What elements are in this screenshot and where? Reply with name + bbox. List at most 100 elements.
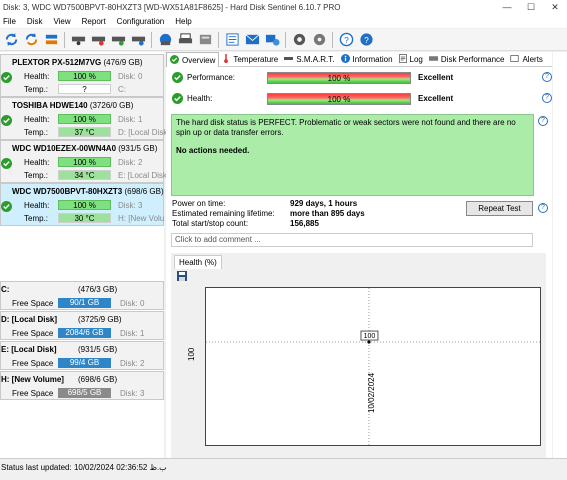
tab-disk-performance[interactable]: Disk Performance (426, 52, 508, 67)
about-icon[interactable]: ? (358, 31, 375, 48)
temp-label: Temp.: (24, 128, 49, 137)
title-bar: Disk: 3, WDC WD7500BPVT-80HXZT3 [WD-WX51… (0, 0, 567, 14)
print-icon[interactable] (177, 31, 194, 48)
disk-id: Disk: 1 (118, 115, 143, 124)
health-ok-icon (1, 158, 12, 171)
disk-surface-icon[interactable] (90, 31, 107, 48)
disk-info-icon[interactable] (130, 31, 147, 48)
disk-name: PLEXTOR PX-512M7VG (476/9 GB) (12, 58, 143, 67)
menu-report[interactable]: Report (82, 17, 106, 26)
info-icon (340, 54, 350, 65)
help-icon[interactable]: ? (542, 72, 552, 82)
power-on-label: Power on time: (172, 199, 226, 208)
temp-label: Temp.: (24, 171, 49, 180)
web-status-icon[interactable] (264, 31, 281, 48)
performance-label: Performance: (187, 73, 236, 82)
free-space-bar: 90/1 GB (58, 298, 111, 308)
health-bar: 100 % (58, 157, 111, 167)
volume-name: H: [New Volume] (1, 375, 64, 384)
menu-bar: File Disk View Report Configuration Help (0, 14, 567, 28)
help-icon[interactable]: ? (542, 93, 552, 103)
toolbar-separator (151, 31, 152, 48)
performance-rating: Excellent (418, 73, 454, 82)
actions-text: No actions needed. (176, 146, 250, 155)
smart-icon (284, 54, 294, 65)
send-report-icon[interactable] (224, 31, 241, 48)
tab-smart[interactable]: S.M.A.R.T. (281, 52, 337, 67)
save-report-icon[interactable] (157, 31, 174, 48)
tools-icon[interactable] (311, 31, 328, 48)
save-icon[interactable] (177, 271, 187, 281)
volume-size: (931/5 GB) (78, 345, 118, 354)
disk-check-icon[interactable] (110, 31, 127, 48)
window-title: Disk: 3, WDC WD7500BPVT-80HXZT3 [WD-WX51… (3, 2, 341, 12)
menu-file[interactable]: File (3, 17, 16, 26)
health-row: Health: 100 % Excellent ? (170, 92, 552, 106)
menu-configuration[interactable]: Configuration (117, 17, 165, 26)
health-ok-icon (1, 115, 12, 128)
performance-row: Performance: 100 % Excellent ? (170, 71, 552, 85)
tab-alerts[interactable]: Alerts (507, 52, 545, 67)
help-icon[interactable]: ? (538, 116, 548, 126)
tab-log[interactable]: Log (396, 52, 426, 67)
power-on-value: 929 days, 1 hours (290, 199, 358, 208)
settings-icon[interactable] (291, 31, 308, 48)
health-label: Health: (24, 72, 50, 81)
email-icon[interactable] (244, 31, 261, 48)
tab-overview[interactable]: Overview (166, 52, 220, 67)
disk-volume: D: [Local Disk] (118, 128, 170, 137)
health-ok-icon (172, 93, 183, 106)
volume-size: (698/6 GB) (78, 375, 118, 384)
disk-test-icon[interactable] (70, 31, 87, 48)
disk-list-pane: PLEXTOR PX-512M7VG (476/9 GB) Health: 10… (0, 52, 170, 458)
performance-bar: 100 % (267, 72, 411, 84)
help-icon[interactable]: ? (538, 203, 548, 213)
hdd-report-icon[interactable] (197, 31, 214, 48)
free-space-bar: 2084/6 GB (58, 328, 111, 338)
volume-disk: Disk: 1 (120, 329, 145, 338)
volume-card-e[interactable]: E: [Local Disk] (931/5 GB) Free Space 99… (0, 341, 164, 370)
tab-temperature[interactable]: Temperature (219, 52, 281, 67)
status-bar: Status last updated: 10/02/2024 02:36:52… (0, 458, 567, 480)
window-controls: — ☐ ✕ (495, 0, 567, 14)
refresh-all-icon[interactable] (23, 31, 40, 48)
volume-card-d[interactable]: D: [Local Disk] (3725/9 GB) Free Space 2… (0, 311, 164, 340)
repeat-test-button[interactable]: Repeat Test (466, 201, 533, 216)
menu-view[interactable]: View (53, 17, 70, 26)
volume-disk: Disk: 3 (120, 389, 145, 398)
svg-text:?: ? (364, 35, 369, 45)
close-button[interactable]: ✕ (543, 0, 567, 14)
disk-volume: C: (118, 85, 126, 94)
disk-card-3[interactable]: WDC WD7500BPVT-80HXZT3 (698/6 GB) Health… (0, 183, 164, 226)
menu-help[interactable]: Help (175, 17, 191, 26)
menu-disk[interactable]: Disk (27, 17, 43, 26)
free-space-bar: 99/4 GB (58, 358, 111, 368)
disk-name: WDC WD10EZEX-00WN4A0 (931/5 GB) (12, 144, 158, 153)
tab-health-percent[interactable]: Health (%) (174, 255, 222, 269)
x-tick-label: 10/02/2024 (367, 372, 376, 413)
tab-information[interactable]: Information (338, 52, 396, 67)
data-point (367, 340, 371, 344)
health-label: Health: (24, 201, 50, 210)
volume-size: (3725/9 GB) (78, 315, 122, 324)
log-icon (398, 54, 407, 65)
data-label: 100 (364, 333, 376, 340)
temp-value: 37 °C (58, 127, 111, 137)
startstop-value: 156,885 (290, 219, 319, 228)
disk-card-1[interactable]: TOSHIBA HDWE140 (3726/0 GB) Health: 100 … (0, 97, 170, 140)
volume-card-c[interactable]: C: (476/3 GB) Free Space 90/1 GB Disk: 0 (0, 281, 164, 310)
minimize-button[interactable]: — (495, 0, 519, 14)
free-space-label: Free Space (12, 329, 54, 338)
temp-value: 30 °C (58, 213, 111, 223)
disk-card-2[interactable]: WDC WD10EZEX-00WN4A0 (931/5 GB) Health: … (0, 140, 169, 183)
comment-field[interactable]: Click to add comment ... (171, 233, 533, 247)
refresh-icon[interactable] (3, 31, 20, 48)
status-text: The hard disk status is PERFECT. Problem… (176, 118, 516, 137)
volume-card-h[interactable]: H: [New Volume] (698/6 GB) Free Space 69… (0, 371, 164, 400)
svg-text:?: ? (344, 35, 349, 45)
status-text: Status last updated: 10/02/2024 02:36:52… (1, 463, 167, 472)
help-icon[interactable]: ? (338, 31, 355, 48)
sync-icon[interactable] (43, 31, 60, 48)
maximize-button[interactable]: ☐ (519, 0, 543, 14)
disk-card-0[interactable]: PLEXTOR PX-512M7VG (476/9 GB) Health: 10… (0, 54, 164, 97)
